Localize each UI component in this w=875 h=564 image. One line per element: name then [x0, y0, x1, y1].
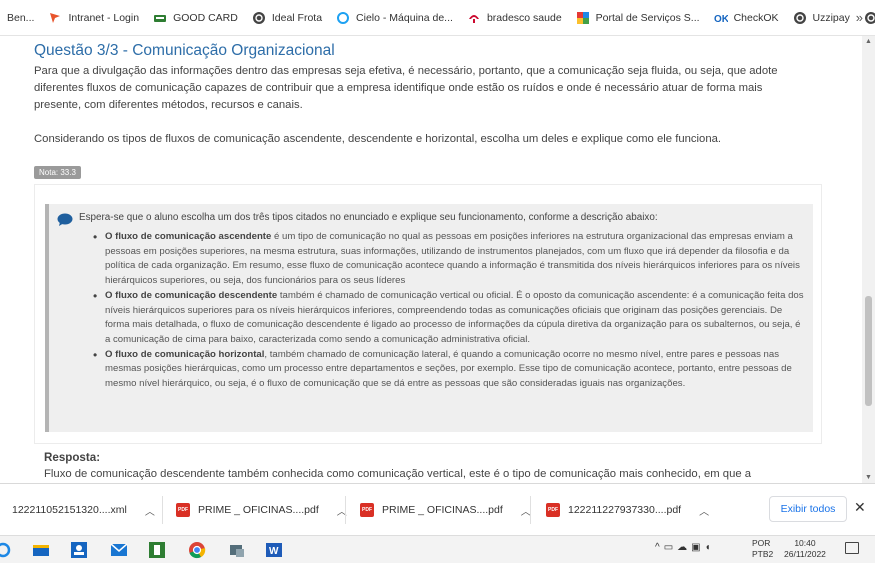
keyboard-layout: PTB2	[752, 549, 774, 559]
bookmark-ideal-frota[interactable]: Ideal Frota	[245, 0, 329, 35]
question-prompt: Considerando os tipos de fluxos de comun…	[34, 133, 722, 145]
pdf-icon: PDF	[176, 503, 190, 517]
bookmark-label: Ideal Frota	[271, 11, 323, 24]
bookmark-label: Uzzipay	[812, 11, 850, 24]
downloads-bar: 122211052151320....xml ︿ PDF PRIME _ OFI…	[0, 483, 875, 535]
show-all-downloads-button[interactable]: Exibir todos	[769, 496, 847, 522]
system-tray: ^ ▭ ☁ ▣ ◖	[655, 542, 711, 553]
bookmark-uzzipay[interactable]: Uzzipay	[786, 0, 857, 35]
bookmark-cielo[interactable]: Cielo - Máquina de...	[329, 0, 460, 35]
scroll-down-arrow-icon[interactable]: ▼	[865, 474, 872, 481]
volume-icon[interactable]: ◖	[705, 542, 711, 553]
card-icon	[153, 11, 167, 25]
download-filename: 122211052151320....xml	[12, 504, 127, 516]
file-explorer-icon[interactable]	[32, 541, 50, 559]
app-icon[interactable]	[70, 541, 88, 559]
bookmark-label: CheckOK	[733, 11, 779, 24]
download-filename: PRIME _ OFICINAS....pdf	[382, 504, 503, 516]
download-filename: PRIME _ OFICINAS....pdf	[198, 504, 319, 516]
bookmark-label: Portal de Serviços S...	[595, 11, 700, 24]
bookmark-checkok[interactable]: OK CheckOK	[707, 0, 786, 35]
clock[interactable]: 10:40 26/11/2022	[784, 538, 826, 560]
red-arrow-icon	[48, 11, 62, 25]
download-item[interactable]: PDF 122211227937330....pdf ︿	[546, 484, 709, 536]
notification-icon[interactable]	[845, 542, 859, 554]
chrome-icon[interactable]	[188, 541, 206, 559]
bookmark-label: Ben...	[7, 11, 35, 24]
grade-badge: Nota: 33.3	[34, 166, 81, 179]
download-item[interactable]: PDF PRIME _ OFICINAS....pdf ︿	[176, 484, 347, 536]
divider	[345, 496, 346, 524]
bookmark-label: Intranet - Login	[68, 11, 140, 24]
svg-text:W: W	[269, 546, 279, 557]
download-item[interactable]: PDF PRIME _ OFICINAS....pdf ︿	[360, 484, 531, 536]
scroll-up-arrow-icon[interactable]: ▲	[865, 38, 872, 45]
chevron-up-icon[interactable]: ︿	[699, 503, 709, 518]
question-body: Para que a divulgação das informações de…	[34, 65, 778, 111]
question-title: Questão 3/3 - Comunicação Organizacional	[34, 42, 335, 59]
download-filename: 122211227937330....pdf	[568, 504, 682, 516]
feedback-intro: Espera-se que o aluno escolha um dos trê…	[79, 212, 658, 223]
language-indicator[interactable]: POR PTB2	[752, 538, 773, 560]
clock-date: 26/11/2022	[784, 549, 826, 559]
download-item[interactable]: 122211052151320....xml ︿	[12, 484, 155, 536]
scrollbar-thumb[interactable]	[865, 296, 872, 406]
answer-text: Fluxo de comunicação descendente também …	[44, 468, 752, 480]
bookmark-label: GOOD CARD	[173, 11, 238, 24]
word-icon[interactable]: W	[265, 541, 283, 559]
divider	[530, 496, 531, 524]
bookmark-label: bradesco saude	[486, 11, 562, 24]
pdf-icon: PDF	[546, 503, 560, 517]
page-scrollbar[interactable]: ▲ ▼	[862, 36, 875, 483]
network-icon[interactable]: ▭	[664, 542, 673, 553]
globe-icon	[793, 11, 807, 25]
list-item-heading: O fluxo de comunicação descendente	[105, 289, 278, 301]
bookmark-label: Cielo - Máquina de...	[356, 11, 453, 24]
bookmark-goodcard[interactable]: GOOD CARD	[146, 0, 245, 35]
globe-icon	[252, 11, 266, 25]
bookmark-portal[interactable]: Portal de Serviços S...	[569, 0, 707, 35]
bookmark-bradesco[interactable]: bradesco saude	[460, 0, 569, 35]
close-icon[interactable]: ✕	[854, 499, 866, 516]
bradesco-icon	[467, 11, 481, 25]
answer-panel: Espera-se que o aluno escolha um dos trê…	[34, 184, 822, 444]
answer-label: Resposta:	[44, 451, 101, 464]
feedback-list: O fluxo de comunicação ascendente é um t…	[93, 230, 805, 392]
pdf-icon: PDF	[360, 503, 374, 517]
search-icon[interactable]	[0, 541, 12, 559]
list-item-heading: O fluxo de comunicação horizontal	[105, 348, 265, 360]
language-code: POR	[752, 538, 771, 548]
bookmark-intranet[interactable]: Intranet - Login	[41, 0, 146, 35]
tray-arrow-icon[interactable]: ^	[655, 542, 660, 553]
divider	[162, 496, 163, 524]
globe-icon	[864, 11, 875, 25]
app-icon[interactable]	[228, 541, 246, 559]
list-item-heading: O fluxo de comunicação ascendente	[105, 231, 272, 242]
comment-icon	[57, 213, 73, 227]
clock-time: 10:40	[794, 538, 816, 548]
mail-icon[interactable]	[110, 541, 128, 559]
list-item: O fluxo de comunicação descendente també…	[93, 289, 805, 348]
page-content: Questão 3/3 - Comunicação Organizacional…	[0, 36, 862, 483]
expected-answer-box: Espera-se que o aluno escolha um dos trê…	[45, 204, 813, 432]
app-icon[interactable]	[148, 541, 166, 559]
checkok-icon: OK	[714, 11, 728, 25]
chevron-up-icon[interactable]: ︿	[145, 503, 155, 518]
bookmark-item[interactable]: Ben...	[0, 0, 41, 35]
svg-text:OK: OK	[714, 14, 728, 25]
portal-icon	[576, 11, 590, 25]
display-icon[interactable]: ▣	[691, 542, 700, 553]
cloud-icon[interactable]: ☁	[677, 542, 687, 553]
list-item: O fluxo de comunicação ascendente é um t…	[93, 230, 805, 289]
bookmarks-overflow-button[interactable]: »	[856, 10, 863, 25]
list-item: O fluxo de comunicação horizontal, també…	[93, 348, 805, 392]
bookmarks-bar: Ben... Intranet - Login GOOD CARD Ideal …	[0, 0, 875, 36]
taskbar: W ^ ▭ ☁ ▣ ◖ POR PTB2 10:40 26/11/2022	[0, 535, 875, 563]
cielo-icon	[336, 11, 350, 25]
